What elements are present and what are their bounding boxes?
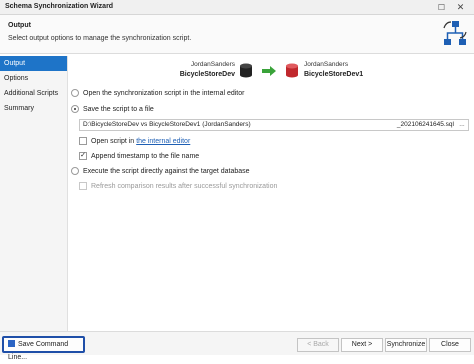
save-icon [8,340,15,347]
wizard-footer: Save Command Line... < Back Next > Synch… [0,331,474,361]
save-command-line-label: Save Command Line... [8,341,69,361]
source-db-info: JordanSanders BicycleStoreDev [168,61,235,78]
target-db-info: JordanSanders BicycleStoreDev1 [304,61,374,78]
sidebar-item-additional-scripts[interactable]: Additional Scripts [0,86,67,101]
file-path-input[interactable]: D:\BicycleStoreDev vs BicycleStoreDev1 (… [79,119,469,131]
page-title: Output [8,22,31,29]
target-database: BicycleStoreDev1 [304,71,364,78]
save-to-file-option[interactable]: Save the script to a file [71,105,154,113]
source-database: BicycleStoreDev [179,71,235,78]
execute-directly-option[interactable]: Execute the script directly against the … [71,167,250,175]
title-bar: Schema Synchronization Wizard ☐ ✕ [0,0,474,15]
refresh-results-checkbox[interactable] [79,182,87,190]
arrow-right-icon [262,66,276,76]
back-button[interactable]: < Back [297,338,339,352]
open-in-editor-radio[interactable] [71,89,79,97]
execute-directly-radio[interactable] [71,167,79,175]
close-icon[interactable]: ✕ [455,2,466,13]
append-timestamp-label: Append timestamp to the file name [91,152,200,160]
open-script-label: Open script in [91,137,135,145]
database-icon [240,63,252,78]
browse-button[interactable]: ... [457,120,467,130]
append-timestamp-checkbox[interactable]: ✓ [79,152,87,160]
file-path-suffix: _202106241645.sql [396,121,454,128]
internal-editor-link[interactable]: the internal editor [136,138,190,145]
close-button[interactable]: Close [429,338,471,352]
database-icon [286,63,298,78]
execute-directly-label: Execute the script directly against the … [83,167,250,175]
refresh-results-label: Refresh comparison results after success… [91,182,278,190]
maximize-icon[interactable]: ☐ [436,2,447,13]
refresh-results-option[interactable]: Refresh comparison results after success… [79,182,277,190]
wizard-steps-sidebar: Output Options Additional Scripts Summar… [0,56,68,331]
open-script-checkbox[interactable] [79,137,87,145]
save-to-file-label: Save the script to a file [83,105,154,113]
open-script-option[interactable]: Open script in the internal editor [79,137,190,145]
source-user: JordanSanders [190,61,235,68]
open-in-editor-option[interactable]: Open the synchronization script in the i… [71,89,244,97]
window-title: Schema Synchronization Wizard [5,3,114,10]
file-path-text: D:\BicycleStoreDev vs BicycleStoreDev1 (… [83,121,251,128]
save-to-file-radio[interactable] [71,105,79,113]
next-button[interactable]: Next > [341,338,383,352]
append-timestamp-option[interactable]: ✓ Append timestamp to the file name [79,152,199,160]
sidebar-item-output[interactable]: Output [0,56,67,71]
schema-sync-icon [443,21,467,45]
sidebar-item-summary[interactable]: Summary [0,101,67,116]
page-description: Select output options to manage the sync… [8,35,192,42]
target-user: JordanSanders [304,61,349,68]
synchronize-button[interactable]: Synchronize [385,338,427,352]
wizard-header: Output Select output options to manage t… [0,15,474,54]
sidebar-item-options[interactable]: Options [0,71,67,86]
save-command-line-button[interactable]: Save Command Line... [2,336,85,361]
open-in-editor-label: Open the synchronization script in the i… [83,89,245,97]
